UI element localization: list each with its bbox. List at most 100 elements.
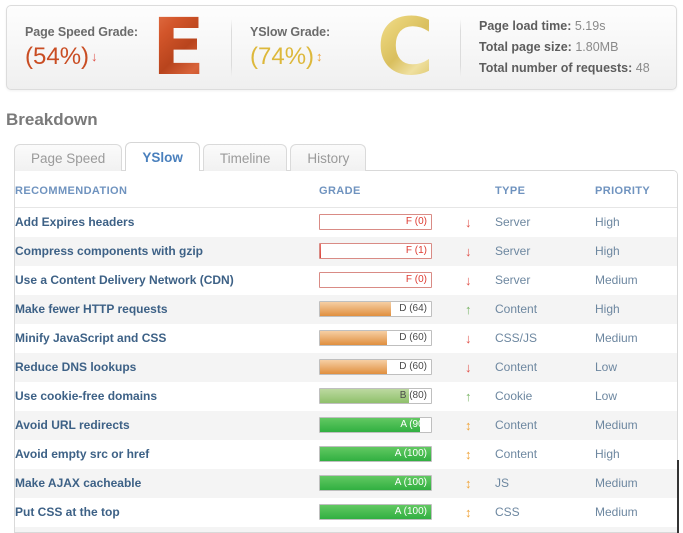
recommendation-label: Minify JavaScript and CSS	[15, 324, 319, 353]
recommendations-table: RECOMMENDATION GRADE TYPE PRIORITY Add E…	[15, 171, 678, 533]
type-label: JS	[495, 469, 595, 498]
stat-value: 5.19s	[575, 19, 606, 33]
tab-page-speed[interactable]: Page Speed	[14, 144, 122, 171]
pagespeed-percent: (54%)	[25, 42, 89, 72]
stat-label: Page load time:	[479, 19, 571, 33]
table-row[interactable]: Make fewer HTTP requestsD (64)↑ContentHi…	[15, 295, 678, 324]
arrow-up-down-icon: ↕	[465, 447, 472, 462]
grade-bar-fill	[320, 360, 387, 374]
arrow-down-icon: ↓	[465, 331, 472, 346]
grade-bar: D (60)	[319, 330, 432, 346]
arrow-up-down-icon: ↕	[465, 505, 472, 520]
recommendation-label: Remove duplicate JavaScript and CSS	[15, 527, 319, 533]
priority-label: High	[595, 208, 678, 237]
tab-timeline[interactable]: Timeline	[203, 144, 288, 171]
grade-cell: F (1)	[319, 237, 465, 266]
recommendation-label: Use a Content Delivery Network (CDN)	[15, 266, 319, 295]
priority-label: Low	[595, 353, 678, 382]
column-header-type[interactable]: TYPE	[495, 171, 595, 208]
grade-bar-label: F (0)	[406, 273, 427, 287]
pagespeed-letter-grade: E	[152, 9, 205, 87]
type-label: CSS	[495, 498, 595, 527]
breakdown-tabs: Page Speed YSlow Timeline History	[14, 142, 369, 171]
column-header-recommendation[interactable]: RECOMMENDATION	[15, 171, 319, 208]
page-root: Page Speed Grade: (54%) ↓ E YSlow Grade:…	[0, 0, 683, 533]
recommendation-label: Add Expires headers	[15, 208, 319, 237]
table-row[interactable]: Compress components with gzipF (1)↓Serve…	[15, 237, 678, 266]
trend-cell: ↑	[465, 382, 495, 411]
table-row[interactable]: Use cookie-free domainsB (80)↑CookieLow	[15, 382, 678, 411]
table-body: Add Expires headersF (0)↓ServerHighCompr…	[15, 208, 678, 533]
grade-bar-label: D (60)	[399, 360, 427, 374]
arrow-down-icon: ↓	[465, 273, 472, 288]
grade-bar-label: A (100)	[395, 447, 427, 461]
column-header-priority[interactable]: PRIORITY	[595, 171, 678, 208]
grade-cell: D (60)	[319, 324, 465, 353]
type-label: Server	[495, 266, 595, 295]
grade-bar-fill	[320, 302, 391, 316]
table-header: RECOMMENDATION GRADE TYPE PRIORITY	[15, 171, 678, 208]
page-stats: Page load time: 5.19s Total page size: 1…	[461, 6, 676, 89]
table-row[interactable]: Put CSS at the topA (100)↕CSSMedium	[15, 498, 678, 527]
table-row[interactable]: Make AJAX cacheableA (100)↕JSMedium	[15, 469, 678, 498]
type-label: Content	[495, 295, 595, 324]
arrow-up-down-icon: ↕	[465, 476, 472, 491]
tab-history[interactable]: History	[290, 144, 366, 171]
type-label: CSS/JS	[495, 527, 595, 533]
priority-label: Medium	[595, 324, 678, 353]
trend-cell: ↓	[465, 353, 495, 382]
recommendation-label: Compress components with gzip	[15, 237, 319, 266]
trend-cell: ↓	[465, 324, 495, 353]
viewport-right-edge	[677, 460, 679, 533]
grade-bar-label: B (80)	[400, 389, 427, 403]
grade-bar: A (100)	[319, 446, 432, 462]
pagespeed-percent-row: (54%) ↓	[25, 42, 138, 72]
arrow-up-down-icon: ↕	[465, 418, 472, 433]
arrow-up-icon: ↑	[465, 302, 472, 317]
table-row[interactable]: Add Expires headersF (0)↓ServerHigh	[15, 208, 678, 237]
trend-cell: ↓	[465, 208, 495, 237]
trend-cell: ↕	[465, 469, 495, 498]
table-row[interactable]: Avoid URL redirects A (90) ↕ ContentMedium	[15, 411, 678, 440]
stat-label: Total number of requests:	[479, 61, 632, 75]
table-row[interactable]: Remove duplicate JavaScript and CSSA (10…	[15, 527, 678, 533]
trend-cell: ↓	[465, 266, 495, 295]
column-header-grade[interactable]: GRADE	[319, 171, 465, 208]
trend-cell: ↓	[465, 237, 495, 266]
yslow-letter-grade: C	[377, 9, 434, 87]
trend-cell: ↑	[465, 295, 495, 324]
priority-label: Medium	[595, 469, 678, 498]
priority-label: Medium	[595, 498, 678, 527]
table-row[interactable]: Minify JavaScript and CSSD (60)↓CSS/JSMe…	[15, 324, 678, 353]
priority-label: High	[595, 440, 678, 469]
grade-bar: F (1)	[319, 243, 432, 259]
grade-bar-label: A (90)	[400, 418, 427, 432]
table-row[interactable]: Use a Content Delivery Network (CDN) F (0…	[15, 266, 678, 295]
stat-value: 48	[636, 61, 650, 75]
pagespeed-summary: Page Speed Grade: (54%) ↓ E	[7, 6, 231, 89]
grade-bar: F (0)	[319, 272, 432, 288]
type-label: Content	[495, 411, 595, 440]
grade-bar-fill	[320, 389, 409, 403]
table-header-row: RECOMMENDATION GRADE TYPE PRIORITY	[15, 171, 678, 208]
arrow-up-icon: ↑	[465, 389, 472, 404]
yslow-recommendations-panel: RECOMMENDATION GRADE TYPE PRIORITY Add E…	[14, 170, 678, 533]
grade-bar-fill	[320, 244, 321, 258]
arrow-up-down-icon: ↕	[316, 50, 323, 63]
yslow-summary: YSlow Grade: (74%) ↕ C	[232, 6, 460, 89]
grade-cell: A (100)	[319, 527, 465, 533]
grade-bar: A (90)	[319, 417, 432, 433]
recommendation-label: Use cookie-free domains	[15, 382, 319, 411]
recommendation-label: Avoid URL redirects	[15, 411, 319, 440]
grade-cell: A (100)	[319, 498, 465, 527]
tab-yslow[interactable]: YSlow	[125, 142, 200, 171]
table-row[interactable]: Reduce DNS lookupsD (60)↓ContentLow	[15, 353, 678, 382]
grade-cell: D (60)	[319, 353, 465, 382]
type-label: Cookie	[495, 382, 595, 411]
priority-label: Medium	[595, 411, 678, 440]
grade-bar-label: D (60)	[399, 331, 427, 345]
grade-bar-label: F (1)	[406, 244, 427, 258]
yslow-label: YSlow Grade:	[250, 24, 330, 41]
summary-bar: Page Speed Grade: (54%) ↓ E YSlow Grade:…	[6, 5, 677, 90]
table-row[interactable]: Avoid empty src or hrefA (100)↕ContentHi…	[15, 440, 678, 469]
